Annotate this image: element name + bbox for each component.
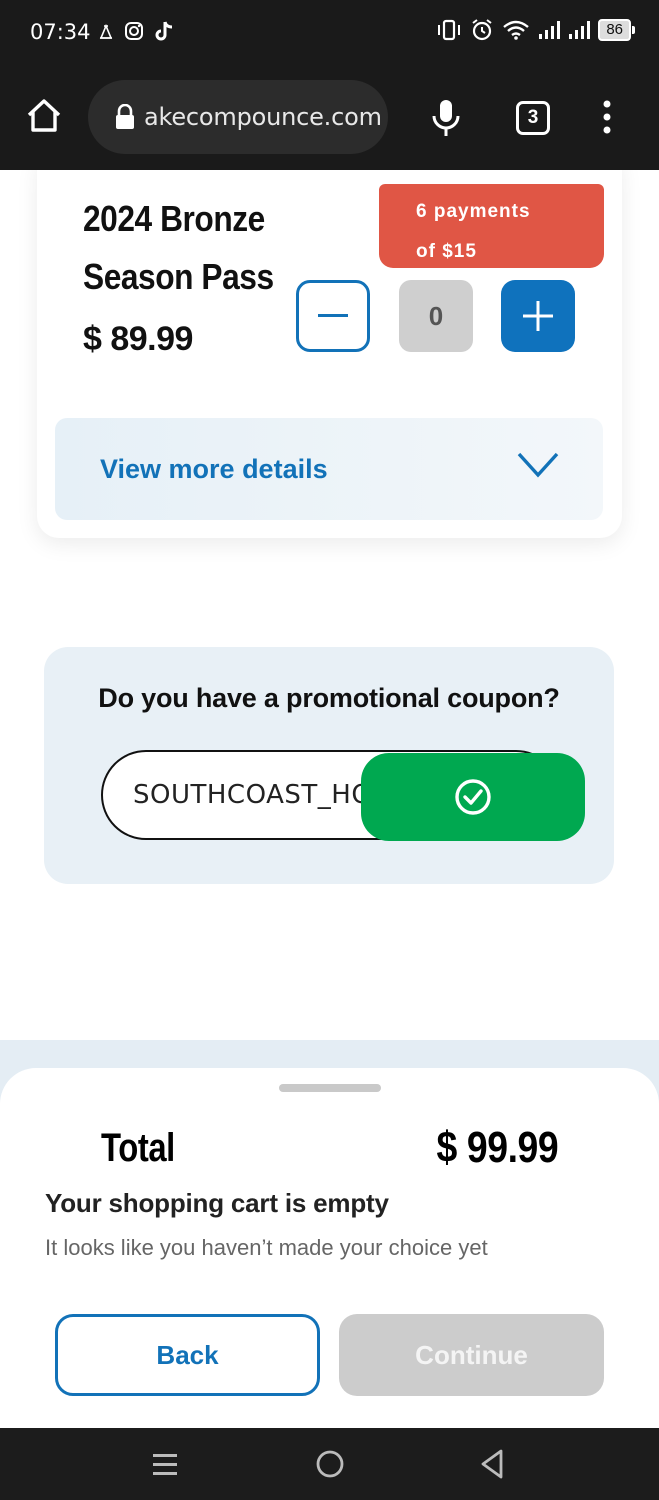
view-more-details-toggle[interactable]: View more details (55, 418, 603, 520)
coupon-question: Do you have a promotional coupon? (98, 683, 560, 713)
cart-summary-sheet: Total $ 99.99 Your shopping cart is empt… (0, 1068, 659, 1428)
alarm-icon (472, 19, 492, 41)
battery-icon: 86 (598, 19, 635, 41)
recent-apps-icon[interactable] (151, 1450, 179, 1478)
chevron-down-icon (517, 452, 559, 478)
payments-line-1: 6 payments (416, 201, 531, 222)
quantity-value: 0 (399, 280, 473, 352)
total-value: $ 99.99 (436, 1123, 558, 1172)
status-right-icons: 86 (436, 18, 635, 42)
payments-line-2: of $15 (416, 241, 477, 262)
signal-icon (539, 21, 561, 39)
url-text: akecompounce.com (144, 103, 382, 131)
mic-icon[interactable] (430, 98, 462, 138)
notification-icon (99, 23, 113, 39)
product-card: 2024 Bronze Season Pass 6 payments of $1… (37, 170, 622, 538)
cart-empty-message: Your shopping cart is empty (45, 1188, 389, 1218)
status-time: 07:34 (30, 20, 91, 44)
system-nav-bar (0, 1428, 659, 1500)
vibrate-icon (438, 19, 461, 41)
browser-toolbar: akecompounce.com 3 (0, 68, 659, 170)
total-label: Total (101, 1126, 175, 1170)
home-icon[interactable] (24, 96, 64, 136)
home-circle-icon[interactable] (315, 1449, 345, 1479)
instagram-icon (125, 22, 143, 40)
view-more-details-label: View more details (100, 454, 328, 484)
tabs-button[interactable]: 3 (516, 101, 550, 135)
sheet-handle[interactable] (279, 1084, 381, 1092)
payments-badge: 6 payments of $15 (379, 184, 604, 268)
check-circle-icon (455, 779, 491, 815)
minus-icon (318, 314, 348, 317)
plus-icon (523, 301, 553, 331)
address-bar[interactable]: akecompounce.com (88, 80, 388, 154)
continue-button[interactable]: Continue (339, 1314, 604, 1396)
wifi-icon (503, 20, 530, 40)
back-triangle-icon[interactable] (479, 1448, 505, 1480)
increase-quantity-button[interactable] (501, 280, 575, 352)
back-button[interactable]: Back (55, 1314, 320, 1396)
status-bar: 07:34 86 (0, 0, 659, 68)
coupon-section: Do you have a promotional coupon? SOUTHC… (44, 647, 614, 884)
lock-icon (116, 104, 134, 129)
product-price: $ 89.99 (83, 320, 193, 358)
page-content: 2024 Bronze Season Pass 6 payments of $1… (0, 170, 659, 1428)
cart-hint-message: It looks like you haven’t made your choi… (45, 1235, 488, 1260)
status-left-icons (98, 20, 174, 42)
apply-coupon-button[interactable] (361, 753, 585, 841)
menu-icon[interactable] (600, 99, 614, 135)
tiktok-icon (155, 21, 173, 41)
signal-icon-2 (569, 21, 591, 39)
decrease-quantity-button[interactable] (296, 280, 370, 352)
